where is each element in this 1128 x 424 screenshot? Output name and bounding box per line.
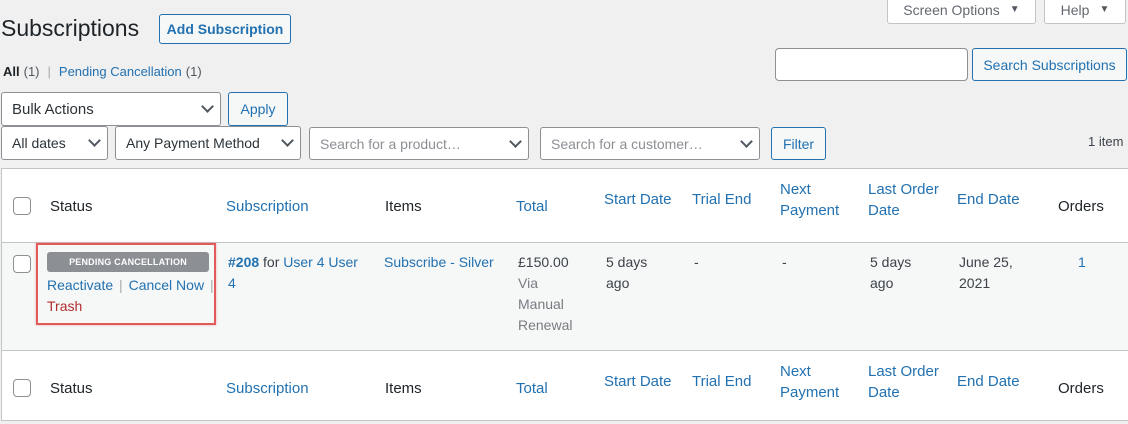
column-total[interactable]: Total: [516, 196, 548, 217]
page-title: Subscriptions: [1, 15, 140, 41]
column-end-date[interactable]: End Date: [957, 371, 1020, 392]
last-order-line1: 5 days: [870, 254, 912, 270]
start-date-line2: ago: [606, 275, 630, 291]
row-actions: Reactivate | Cancel Now |: [47, 275, 216, 296]
select-all-checkbox[interactable]: [13, 379, 31, 397]
view-all-count: (1): [23, 64, 40, 79]
next-payment-cell: -: [782, 254, 787, 270]
column-items: Items: [385, 380, 422, 397]
action-separator: |: [119, 277, 123, 293]
chevron-down-icon: [509, 134, 522, 148]
items-count: 1 item: [1088, 134, 1124, 149]
last-order-line2: ago: [870, 275, 894, 291]
column-next-payment-line2: Payment: [780, 202, 840, 219]
column-last-order-date[interactable]: Last Order Date: [868, 361, 939, 403]
column-start-date[interactable]: Start Date: [604, 189, 672, 210]
payment-method-value: Any Payment Method: [126, 135, 260, 151]
column-last-order-line1: Last Order: [868, 363, 939, 380]
column-subscription[interactable]: Subscription: [226, 196, 309, 217]
help-label: Help: [1060, 1, 1090, 18]
chevron-down-icon: [281, 134, 294, 147]
subscription-user-link[interactable]: User 4 User: [283, 254, 358, 270]
filter-button[interactable]: Filter: [771, 127, 826, 160]
caret-down-icon: ▼: [1009, 4, 1020, 15]
column-next-payment[interactable]: Next Payment: [780, 179, 839, 221]
subscription-for-text: for: [263, 254, 280, 270]
total-via-line3: Renewal: [518, 317, 573, 333]
chevron-down-icon: [201, 100, 214, 113]
table-footer-row: Status Subscription Items Total Start Da…: [2, 350, 1128, 424]
trial-end-cell: -: [694, 254, 699, 270]
orders-count-link[interactable]: 1: [1078, 252, 1086, 273]
column-trial-end[interactable]: Trial End: [692, 371, 751, 392]
reactivate-link[interactable]: Reactivate: [47, 277, 113, 293]
select-all-checkbox[interactable]: [13, 197, 31, 215]
column-end-date[interactable]: End Date: [957, 189, 1020, 210]
customer-search-placeholder: Search for a customer…: [551, 135, 703, 152]
view-all-link[interactable]: All: [3, 64, 20, 79]
column-next-payment-line2: Payment: [780, 384, 840, 401]
total-via-line1: Via: [518, 275, 538, 291]
cancel-now-link[interactable]: Cancel Now: [129, 277, 204, 293]
dates-select[interactable]: All dates: [1, 126, 108, 160]
end-date-cell: June 25, 2021: [959, 252, 1013, 294]
item-link[interactable]: Subscribe - Silver: [384, 252, 494, 273]
start-date-cell: 5 days ago: [606, 252, 647, 294]
product-search-placeholder: Search for a product…: [320, 135, 461, 152]
column-trial-end[interactable]: Trial End: [692, 189, 751, 210]
help-tab[interactable]: Help ▼: [1044, 0, 1126, 24]
bulk-actions-select[interactable]: Bulk Actions: [1, 92, 221, 126]
subscription-id-link[interactable]: #208: [228, 254, 259, 270]
column-subscription[interactable]: Subscription: [226, 378, 309, 399]
column-next-payment-line1: Next: [780, 181, 811, 198]
table-row: PENDING CANCELLATION Reactivate | Cancel…: [2, 243, 1128, 351]
column-last-order-line2: Date: [868, 202, 900, 219]
column-orders: Orders: [1058, 380, 1104, 397]
chevron-down-icon: [740, 134, 753, 148]
apply-button[interactable]: Apply: [228, 92, 288, 126]
total-via-line2: Manual: [518, 296, 564, 312]
subscriptions-table: Status Subscription Items Total Start Da…: [1, 168, 1128, 421]
product-search-select[interactable]: Search for a product…: [309, 127, 529, 160]
subscription-cell: #208 for User 4 User 4: [228, 252, 368, 294]
view-separator: |: [47, 64, 51, 79]
table-header-row: Status Subscription Items Total Start Da…: [2, 169, 1128, 243]
add-subscription-button[interactable]: Add Subscription: [159, 14, 291, 44]
column-next-payment-line1: Next: [780, 363, 811, 380]
column-total[interactable]: Total: [516, 378, 548, 399]
column-items: Items: [385, 198, 422, 215]
column-last-order-line1: Last Order: [868, 181, 939, 198]
view-pending-count: (1): [185, 64, 202, 79]
column-status: Status: [50, 380, 93, 397]
chevron-down-icon: [88, 134, 101, 147]
column-last-order-date[interactable]: Last Order Date: [868, 179, 939, 221]
column-status: Status: [50, 198, 93, 215]
caret-down-icon: ▼: [1099, 4, 1110, 15]
column-orders: Orders: [1058, 198, 1104, 215]
screen-options-label: Screen Options: [903, 1, 1000, 18]
search-input[interactable]: [775, 48, 968, 81]
row-checkbox[interactable]: [13, 255, 31, 273]
search-subscriptions-button[interactable]: Search Subscriptions: [972, 48, 1127, 81]
total-amount: £150.00: [518, 254, 569, 270]
customer-search-select[interactable]: Search for a customer…: [540, 127, 760, 160]
start-date-line1: 5 days: [606, 254, 648, 270]
status-badge: PENDING CANCELLATION: [47, 252, 209, 272]
status-views: All (1) | Pending Cancellation (1): [3, 64, 202, 79]
last-order-cell: 5 days ago: [870, 252, 911, 294]
view-pending-link[interactable]: Pending Cancellation: [59, 64, 182, 79]
subscription-user-link-cont[interactable]: 4: [228, 273, 368, 294]
end-date-line2: 2021: [959, 275, 991, 291]
column-last-order-line2: Date: [868, 384, 900, 401]
screen-options-tab[interactable]: Screen Options ▼: [887, 0, 1036, 24]
total-cell: £150.00 Via Manual Renewal: [518, 252, 572, 336]
action-separator: |: [209, 277, 214, 293]
column-next-payment[interactable]: Next Payment: [780, 361, 839, 403]
bulk-actions-value: Bulk Actions: [12, 100, 94, 118]
trash-link[interactable]: Trash: [47, 296, 82, 317]
payment-method-select[interactable]: Any Payment Method: [115, 126, 301, 160]
dates-value: All dates: [12, 135, 66, 151]
column-start-date[interactable]: Start Date: [604, 371, 672, 392]
end-date-line1: June 25,: [959, 254, 1013, 270]
